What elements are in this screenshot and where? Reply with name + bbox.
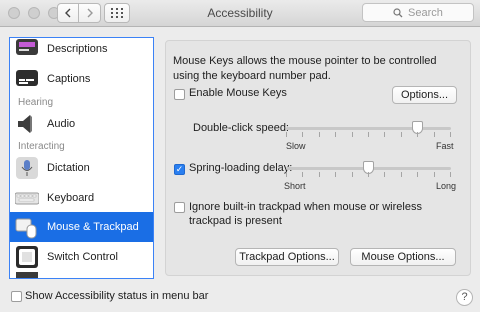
short-label: Short bbox=[284, 181, 306, 191]
slider-tick bbox=[450, 132, 451, 137]
search-input[interactable]: Search bbox=[362, 3, 474, 22]
sidebar-item-switch-control[interactable]: Switch Control bbox=[10, 242, 153, 272]
keyboard-icon bbox=[15, 186, 39, 210]
sidebar-item-label: Audio bbox=[47, 118, 76, 130]
sidebar-item-partial[interactable] bbox=[10, 272, 153, 278]
sidebar-item-descriptions[interactable]: Descriptions bbox=[10, 38, 153, 64]
switch-control-icon bbox=[15, 245, 39, 269]
slider-tick bbox=[302, 172, 303, 177]
sidebar-item-mouse-trackpad[interactable]: Mouse & Trackpad bbox=[10, 212, 153, 242]
slider-tick bbox=[352, 132, 353, 137]
sidebar-item-captions[interactable]: Captions bbox=[10, 64, 153, 94]
slider-tick bbox=[450, 172, 451, 177]
show-status-checkbox[interactable] bbox=[11, 291, 22, 302]
ignore-trackpad-label: Ignore built-in trackpad when mouse or w… bbox=[189, 201, 422, 227]
double-click-speed-label: Double-click speed: bbox=[193, 122, 289, 134]
mouse-trackpad-icon bbox=[15, 215, 39, 239]
sidebar-item-keyboard[interactable]: Keyboard bbox=[10, 183, 153, 213]
sidebar-item-label: Switch Control bbox=[47, 251, 118, 263]
slider-tick bbox=[352, 172, 353, 177]
slider-tick bbox=[286, 172, 287, 177]
sidebar-item-dictation[interactable]: Dictation bbox=[10, 153, 153, 183]
slow-label: Slow bbox=[286, 141, 306, 151]
spring-loading-delay-label: Spring-loading delay: bbox=[189, 162, 293, 174]
slider-tick bbox=[335, 172, 336, 177]
title-bar: Accessibility Search bbox=[0, 0, 480, 27]
mouse-options-button[interactable]: Mouse Options... bbox=[350, 248, 456, 266]
microphone-icon bbox=[15, 156, 39, 180]
double-click-speed-track bbox=[286, 127, 451, 130]
slider-tick bbox=[417, 172, 418, 177]
slider-tick bbox=[401, 132, 402, 137]
trackpad-options-button[interactable]: Trackpad Options... bbox=[235, 248, 339, 266]
sidebar-item-label: Mouse & Trackpad bbox=[47, 221, 139, 233]
sidebar-item-label: Keyboard bbox=[47, 192, 95, 204]
slider-tick bbox=[368, 132, 369, 137]
slider-tick bbox=[384, 172, 385, 177]
sidebar-item-label: Descriptions bbox=[47, 43, 108, 55]
search-placeholder: Search bbox=[408, 6, 443, 19]
sidebar-item-label: Dictation bbox=[47, 162, 90, 174]
partial-icon bbox=[15, 272, 39, 278]
ignore-trackpad-checkbox[interactable] bbox=[174, 202, 185, 213]
mouse-keys-options-button[interactable]: Options... bbox=[392, 86, 457, 104]
section-hearing: Hearing bbox=[18, 97, 54, 108]
sidebar-item-label: Captions bbox=[47, 73, 91, 85]
slider-tick bbox=[335, 132, 336, 137]
fast-label: Fast bbox=[436, 141, 454, 151]
slider-tick bbox=[319, 172, 320, 177]
slider-tick bbox=[384, 132, 385, 137]
show-status-label: Show Accessibility status in menu bar bbox=[25, 290, 209, 302]
slider-tick bbox=[434, 132, 435, 137]
slider-tick bbox=[401, 172, 402, 177]
long-label: Long bbox=[436, 181, 457, 191]
section-interacting: Interacting bbox=[18, 141, 65, 152]
slider-tick bbox=[417, 132, 418, 137]
descriptions-icon bbox=[15, 38, 39, 61]
enable-mouse-keys-label: Enable Mouse Keys bbox=[189, 87, 287, 99]
slider-tick bbox=[302, 132, 303, 137]
sidebar[interactable]: Descriptions Captions Hearing Audio Inte… bbox=[9, 37, 154, 279]
help-button[interactable]: ? bbox=[456, 289, 473, 306]
mouse-keys-description: Mouse Keys allows the mouse pointer to b… bbox=[173, 55, 437, 82]
enable-mouse-keys-checkbox[interactable] bbox=[174, 89, 185, 100]
spring-loading-checkbox[interactable]: ✓ bbox=[174, 164, 185, 175]
speaker-icon bbox=[15, 112, 39, 136]
slider-tick bbox=[319, 132, 320, 137]
search-icon bbox=[393, 7, 403, 17]
sidebar-item-audio[interactable]: Audio bbox=[10, 109, 153, 139]
captions-icon bbox=[15, 67, 39, 91]
slider-tick bbox=[368, 172, 369, 177]
slider-tick bbox=[286, 132, 287, 137]
slider-tick bbox=[434, 172, 435, 177]
